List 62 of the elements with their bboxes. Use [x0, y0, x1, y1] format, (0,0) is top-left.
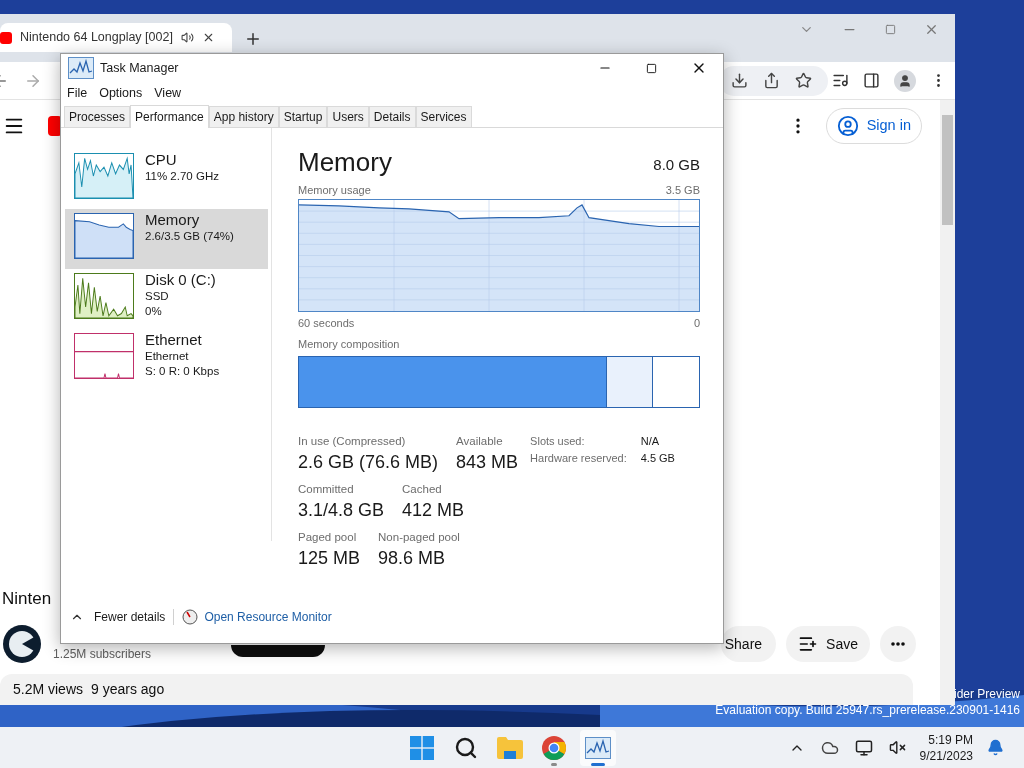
resource-item[interactable]: Ethernet Ethernet S: 0 R: 0 Kbps [65, 329, 268, 389]
resource-detail: Ethernet [145, 349, 190, 364]
resource-name: Memory [145, 210, 201, 229]
subscriber-count: 1.25M subscribers [53, 646, 152, 663]
save-button[interactable]: Save [786, 626, 870, 662]
tab[interactable]: Details [368, 106, 416, 127]
graph-label: Memory usage [298, 183, 371, 198]
resource-name: Ethernet [145, 330, 203, 349]
property-label: Hardware reserved: [530, 450, 627, 466]
tab[interactable]: Users [327, 106, 369, 127]
stat-value: 3.1/4.8 GB [298, 498, 385, 522]
graph-max: 3.5 GB [665, 183, 700, 198]
stat-value: 98.6 MB [378, 546, 447, 570]
share-button[interactable]: Share [720, 626, 777, 662]
evaluation-notice: ider Preview [953, 686, 1020, 702]
stat-label: Non-paged pool [378, 529, 460, 545]
property-value: 4.5 GB [640, 450, 675, 466]
video-title: Ninten [1, 587, 53, 610]
resource-detail: S: 0 R: 0 Kbps [145, 364, 220, 379]
clock-time[interactable]: 5:19 PM [928, 731, 973, 748]
detail-heading: Memory [298, 148, 392, 176]
browser-tab[interactable]: Nintendo 64 Longplay [002] [0, 23, 232, 52]
view-count: 5.2M views [13, 680, 84, 699]
stat-value: 2.6 GB (76.6 MB) [298, 450, 439, 474]
menu-item[interactable]: File [67, 83, 88, 103]
stat-value: 125 MB [298, 546, 361, 570]
resource-detail: 11% 2.70 GHz [145, 169, 219, 184]
menu-item[interactable]: Options [99, 83, 143, 103]
menu-item[interactable]: View [154, 83, 182, 103]
tab[interactable]: Performance [130, 105, 209, 128]
stat-label: Cached [402, 481, 443, 497]
resource-item[interactable]: Disk 0 (C:) SSD 0% [65, 269, 268, 329]
resource-monitor-link[interactable]: Open Resource Monitor [204, 607, 332, 626]
property-value: N/A [640, 433, 661, 449]
tab[interactable]: Startup [278, 106, 328, 127]
evaluation-notice: Evaluation copy. Build 25947.rs_prerelease.230901-1416 [715, 702, 1020, 718]
tab[interactable]: App history [208, 106, 279, 127]
tab[interactable]: Processes [64, 106, 131, 127]
resource-name: Disk 0 (C:) [145, 270, 216, 289]
stat-value: 843 MB [456, 450, 519, 474]
resource-detail: 2.6/3.5 GB (74%) [145, 229, 234, 244]
composition-label: Memory composition [298, 337, 401, 352]
upload-age: 9 years ago [91, 680, 165, 699]
graph-time-span: 60 seconds [298, 315, 355, 331]
resource-item[interactable]: CPU 11% 2.70 GHz [65, 149, 268, 209]
tab-title: Nintendo 64 Longplay [002] [20, 29, 173, 47]
resource-detail: 0% [145, 304, 163, 319]
window-title: Task Manager [100, 59, 179, 77]
resource-detail: SSD [145, 289, 170, 304]
stat-label: In use (Compressed) [298, 433, 407, 449]
clock-date[interactable]: 9/21/2023 [919, 747, 973, 764]
fewer-details-button[interactable]: Fewer details [70, 607, 166, 626]
total-memory: 8.0 GB [653, 154, 700, 175]
tab[interactable]: Services [415, 106, 472, 127]
resource-item[interactable]: Memory 2.6/3.5 GB (74%) [65, 209, 268, 269]
stat-label: Available [456, 433, 504, 449]
graph-time-end: 0 [693, 315, 700, 331]
stat-label: Paged pool [298, 529, 358, 545]
property-label: Slots used: [530, 433, 586, 449]
resource-name: CPU [145, 150, 178, 169]
stat-label: Committed [298, 481, 355, 497]
stat-value: 412 MB [402, 498, 465, 522]
